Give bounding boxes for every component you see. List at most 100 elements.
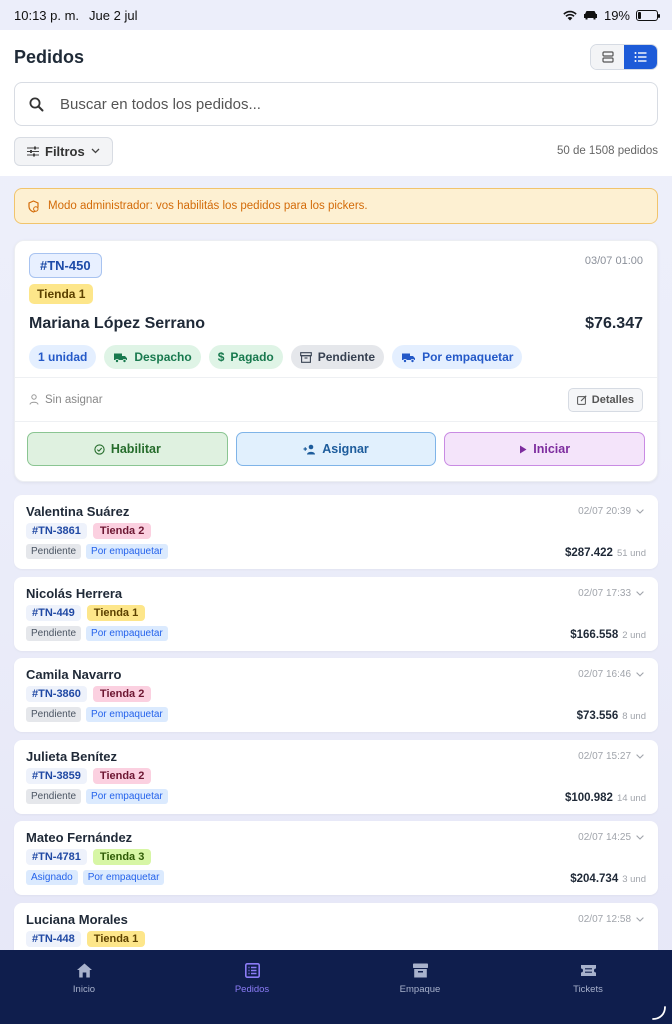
- order-row[interactable]: Camila Navarro 02/07 16:46 #TN-3860 Tien…: [14, 658, 658, 732]
- sliders-icon: [27, 146, 39, 156]
- status-date: Jue 2 jul: [89, 7, 138, 23]
- tab-tickets[interactable]: Tickets: [528, 962, 648, 995]
- admin-banner-text: Modo administrador: vos habilitás los pe…: [48, 200, 368, 212]
- pack-badge: Por empaquetar: [86, 788, 168, 804]
- order-date: 02/07 16:46: [578, 669, 644, 680]
- pack-chip: Por empaquetar: [392, 345, 523, 369]
- order-units: 51 und: [616, 548, 646, 559]
- shipping-chip: Despacho: [104, 345, 201, 369]
- bottom-tab-bar: Inicio Pedidos Empaque Tickets: [0, 950, 672, 1024]
- customer-name: Luciana Morales: [26, 911, 128, 927]
- enable-button[interactable]: Habilitar: [27, 432, 228, 466]
- chevron-down-icon[interactable]: [636, 509, 644, 514]
- order-chips: 1 unidad Despacho $ Pagado Pendiente Por…: [29, 345, 523, 369]
- store-badge: Tienda 2: [92, 686, 152, 702]
- store-badge: Tienda 1: [29, 284, 94, 304]
- list-view-icon: [634, 52, 647, 62]
- status-badge: Pendiente: [26, 788, 82, 804]
- truck-icon: [402, 353, 416, 363]
- order-row[interactable]: Julieta Benítez 02/07 15:27 #TN-3859 Tie…: [14, 739, 658, 814]
- store-badge: Tienda 1: [86, 604, 146, 621]
- order-date: 02/07 20:39: [578, 506, 644, 517]
- order-list: Valentina Suárez 02/07 20:39 #TN-3861 Ti…: [14, 495, 658, 977]
- pack-badge: Por empaquetar: [86, 544, 168, 559]
- pack-badge: Por empaquetar: [82, 870, 165, 885]
- start-button[interactable]: Iniciar: [444, 432, 646, 466]
- featured-order-card[interactable]: #TN-450 03/07 01:00 Tienda 1 Mariana Lóp…: [14, 240, 658, 482]
- archive-icon: [299, 351, 312, 363]
- assignee: Sin asignar: [29, 394, 103, 406]
- payment-chip: $ Pagado: [208, 345, 283, 369]
- assign-button[interactable]: Asignar: [235, 432, 437, 466]
- filters-label: Filtros: [45, 143, 85, 159]
- order-id: #TN-448: [26, 930, 81, 947]
- status-badge: Pendiente: [26, 625, 82, 641]
- chevron-down-icon[interactable]: [636, 590, 644, 596]
- order-date: 02/07 15:27: [578, 751, 644, 762]
- battery-icon: [636, 9, 660, 21]
- chevron-down-icon[interactable]: [636, 672, 644, 677]
- chevron-down-icon[interactable]: [636, 835, 644, 840]
- order-units: 2 und: [622, 629, 646, 641]
- status-bar: 10:13 p. m. Jue 2 jul 19%: [0, 0, 672, 30]
- battery-fill: [638, 11, 642, 19]
- admin-shield-icon: [28, 199, 39, 213]
- search-input[interactable]: [60, 95, 643, 113]
- order-date: 02/07 17:33: [578, 588, 644, 599]
- order-amount: $204.734: [570, 873, 619, 885]
- tab-tickets-label: Tickets: [573, 984, 603, 995]
- order-count: 50 de 1508 pedidos: [556, 145, 658, 157]
- pack-badge: Por empaquetar: [86, 625, 168, 641]
- order-amount: $73.556: [576, 710, 619, 722]
- car-icon: [583, 11, 597, 20]
- store-badge: Tienda 2: [92, 767, 152, 784]
- list-view-button[interactable]: [624, 45, 657, 69]
- order-row[interactable]: Nicolás Herrera 02/07 17:33 #TN-449 Tien…: [14, 576, 658, 651]
- archive-box-icon: [412, 963, 428, 978]
- corner-indicator-icon: [652, 1006, 666, 1020]
- wifi-icon: [563, 10, 577, 20]
- tab-packing[interactable]: Empaque: [360, 962, 480, 995]
- status-badge: Asignado: [26, 870, 78, 885]
- order-id: #TN-3861: [26, 523, 87, 539]
- tab-packing-label: Empaque: [399, 984, 441, 995]
- order-amount: $166.558: [570, 628, 619, 641]
- edit-icon: [576, 394, 587, 405]
- order-units: 14 und: [616, 792, 646, 804]
- customer-name: Julieta Benítez: [26, 748, 118, 764]
- grid-view-icon: [601, 51, 614, 63]
- chevron-down-icon[interactable]: [636, 753, 644, 759]
- dollar-icon: $: [217, 350, 225, 364]
- details-button[interactable]: Detalles: [567, 387, 643, 412]
- order-units: 3 und: [622, 874, 646, 885]
- store-badge: Tienda 1: [86, 930, 146, 947]
- tab-orders[interactable]: Pedidos: [192, 962, 312, 995]
- order-date: 02/07 14:25: [578, 832, 644, 843]
- customer-name: Valentina Suárez: [26, 504, 130, 519]
- chevron-down-icon[interactable]: [636, 916, 644, 922]
- status-badge: Pendiente: [26, 707, 82, 722]
- order-units: 8 und: [622, 711, 646, 722]
- customer-name: Nicolás Herrera: [26, 585, 123, 601]
- order-id: #TN-3859: [26, 767, 87, 784]
- header-panel: Pedidos Filtros 50 de 1508 pedidos: [0, 30, 672, 176]
- order-row[interactable]: Valentina Suárez 02/07 20:39 #TN-3861 Ti…: [14, 495, 658, 569]
- order-id: #TN-3860: [26, 686, 87, 702]
- truck-icon: [114, 353, 128, 363]
- home-icon: [76, 963, 92, 978]
- tab-orders-label: Pedidos: [234, 984, 270, 995]
- order-date: 02/07 12:58: [578, 914, 644, 925]
- order-amount: $100.982: [564, 791, 613, 804]
- tab-home[interactable]: Inicio: [24, 962, 144, 995]
- battery-percent: 19%: [603, 7, 630, 23]
- grid-view-button[interactable]: [591, 45, 624, 69]
- filters-button[interactable]: Filtros: [14, 136, 113, 166]
- view-toggle: [590, 44, 658, 70]
- store-badge: Tienda 2: [92, 523, 152, 539]
- customer-name: Camila Navarro: [26, 667, 122, 682]
- status-time: 10:13 p. m.: [14, 7, 80, 23]
- user-plus-icon: [303, 444, 316, 454]
- search-bar: [14, 82, 658, 126]
- order-row[interactable]: Mateo Fernández 02/07 14:25 #TN-4781 Tie…: [14, 821, 658, 895]
- admin-mode-banner: Modo administrador: vos habilitás los pe…: [14, 188, 658, 224]
